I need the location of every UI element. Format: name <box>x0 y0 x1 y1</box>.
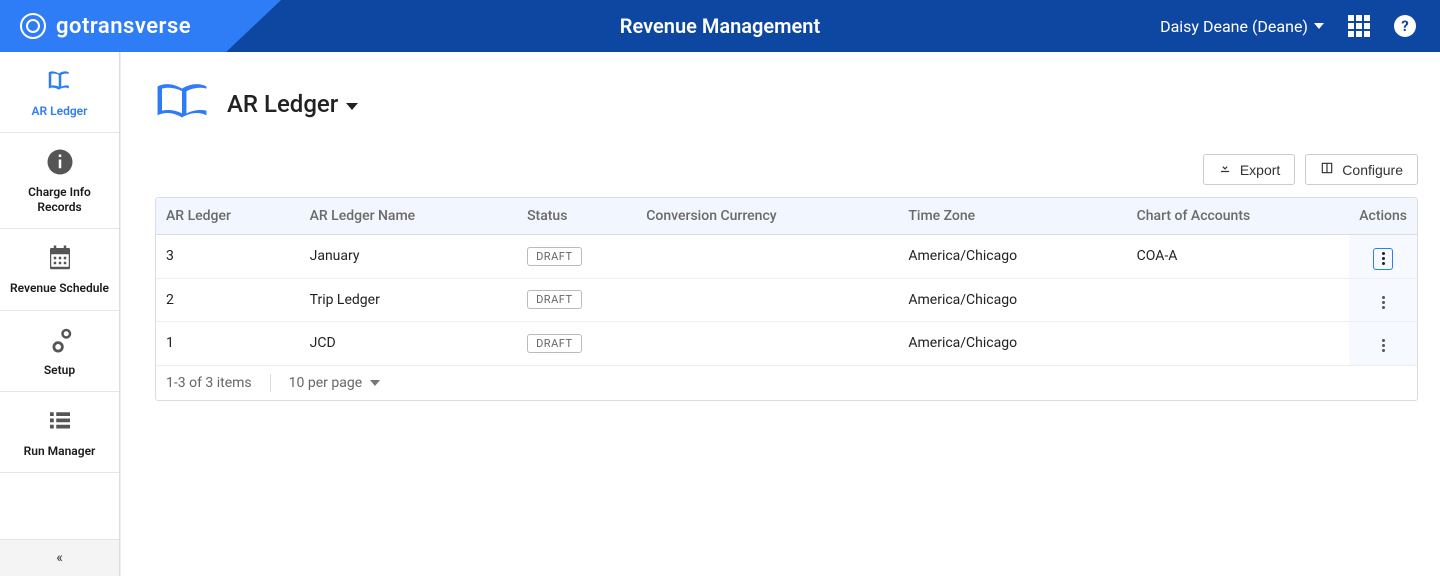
sidebar-item-ar-ledger[interactable]: AR Ledger <box>0 52 119 133</box>
caret-down-icon <box>370 380 380 386</box>
table-row[interactable]: 1JCD DRAFT America/Chicago <box>156 322 1417 365</box>
cell-chart-of-accounts <box>1127 322 1350 365</box>
page-title-dropdown[interactable]: AR Ledger <box>227 90 358 118</box>
sidebar-item-label: Run Manager <box>24 444 96 458</box>
status-chip: DRAFT <box>527 247 581 266</box>
cell-chart-of-accounts <box>1127 278 1350 322</box>
cell-actions <box>1349 235 1417 279</box>
per-page-selector[interactable]: 10 per page <box>289 375 380 391</box>
cell-time-zone: America/Chicago <box>898 322 1126 365</box>
book-icon <box>45 66 75 100</box>
status-chip: DRAFT <box>527 290 581 309</box>
col-header-ar-ledger[interactable]: AR Ledger <box>156 198 300 235</box>
header-brand-area: gotransverse <box>0 0 281 52</box>
app-header: gotransverse Revenue Management Daisy De… <box>0 0 1440 52</box>
export-label: Export <box>1240 162 1280 178</box>
columns-icon <box>1320 161 1334 178</box>
page-title: AR Ledger <box>227 90 338 118</box>
table-header-row: AR Ledger AR Ledger Name Status Conversi… <box>156 198 1417 235</box>
table-row[interactable]: 2Trip Ledger DRAFT America/Chicago <box>156 278 1417 322</box>
gears-icon <box>45 325 75 359</box>
cell-status: DRAFT <box>517 235 636 279</box>
cell-chart-of-accounts: COA-A <box>1127 235 1350 279</box>
export-button[interactable]: Export <box>1203 154 1295 185</box>
sidebar-item-setup[interactable]: Setup <box>0 311 119 392</box>
sidebar-item-charge-info-records[interactable]: Charge Info Records <box>0 133 119 229</box>
col-header-chart-of-accounts[interactable]: Chart of Accounts <box>1127 198 1350 235</box>
sidebar-collapse-button[interactable]: « <box>0 539 119 576</box>
cell-conversion-currency <box>636 322 898 365</box>
info-icon <box>45 147 75 181</box>
calendar-icon <box>45 243 75 277</box>
table-row[interactable]: 3January DRAFT America/ChicagoCOA-A <box>156 235 1417 279</box>
cell-status: DRAFT <box>517 278 636 322</box>
configure-label: Configure <box>1342 162 1403 178</box>
download-icon <box>1218 161 1232 178</box>
cell-conversion-currency <box>636 278 898 322</box>
cell-conversion-currency <box>636 235 898 279</box>
col-header-time-zone[interactable]: Time Zone <box>898 198 1126 235</box>
status-chip: DRAFT <box>527 334 581 353</box>
cell-status: DRAFT <box>517 322 636 365</box>
page-module-title: Revenue Management <box>620 14 820 38</box>
cell-ar-ledger: 3 <box>156 235 300 279</box>
cell-actions <box>1349 322 1417 365</box>
user-display-name: Daisy Deane (Deane) <box>1160 17 1308 36</box>
cell-time-zone: America/Chicago <box>898 235 1126 279</box>
main-content: AR Ledger Export Configure <box>120 52 1440 576</box>
sidebar-item-label: AR Ledger <box>32 104 88 118</box>
brand-logo[interactable]: gotransverse <box>20 13 191 39</box>
apps-grid-icon[interactable] <box>1348 15 1370 37</box>
row-actions-button[interactable] <box>1373 335 1393 357</box>
book-icon <box>155 82 209 126</box>
cell-name: JCD <box>300 322 517 365</box>
header-right: Daisy Deane (Deane) ? <box>1160 15 1440 37</box>
sidebar-item-label: Revenue Schedule <box>10 281 109 295</box>
cell-ar-ledger: 2 <box>156 278 300 322</box>
help-icon[interactable]: ? <box>1394 15 1416 37</box>
cell-name: Trip Ledger <box>300 278 517 322</box>
cell-time-zone: America/Chicago <box>898 278 1126 322</box>
col-header-actions: Actions <box>1349 198 1417 235</box>
col-header-name[interactable]: AR Ledger Name <box>300 198 517 235</box>
brand-name: gotransverse <box>56 14 191 39</box>
cell-ar-ledger: 1 <box>156 322 300 365</box>
table-footer: 1-3 of 3 items 10 per page <box>156 365 1417 400</box>
kebab-icon <box>1382 296 1385 309</box>
configure-button[interactable]: Configure <box>1305 154 1418 185</box>
sidebar: AR Ledger Charge Info Records Revenue Sc… <box>0 52 120 576</box>
kebab-icon <box>1382 252 1385 265</box>
col-header-status[interactable]: Status <box>517 198 636 235</box>
kebab-icon <box>1382 339 1385 352</box>
row-actions-button[interactable] <box>1373 248 1393 270</box>
row-actions-button[interactable] <box>1373 291 1393 313</box>
chevrons-left-icon: « <box>56 550 63 566</box>
per-page-label: 10 per page <box>289 375 362 391</box>
sidebar-item-label: Charge Info Records <box>6 185 113 214</box>
page-header: AR Ledger <box>155 82 1418 126</box>
list-icon <box>45 406 75 440</box>
brand-logo-icon <box>20 13 46 39</box>
user-menu[interactable]: Daisy Deane (Deane) <box>1160 17 1324 36</box>
caret-down-icon <box>346 103 358 110</box>
sidebar-item-label: Setup <box>44 363 75 377</box>
col-header-conversion-currency[interactable]: Conversion Currency <box>636 198 898 235</box>
sidebar-item-run-manager[interactable]: Run Manager <box>0 392 119 473</box>
caret-down-icon <box>1314 23 1324 29</box>
separator <box>270 374 271 392</box>
cell-name: January <box>300 235 517 279</box>
sidebar-nav: AR Ledger Charge Info Records Revenue Sc… <box>0 52 119 539</box>
pagination-range: 1-3 of 3 items <box>166 375 252 391</box>
ar-ledger-table: AR Ledger AR Ledger Name Status Conversi… <box>155 197 1418 401</box>
cell-actions <box>1349 278 1417 322</box>
sidebar-item-revenue-schedule[interactable]: Revenue Schedule <box>0 229 119 310</box>
table-toolbar: Export Configure <box>155 154 1418 185</box>
